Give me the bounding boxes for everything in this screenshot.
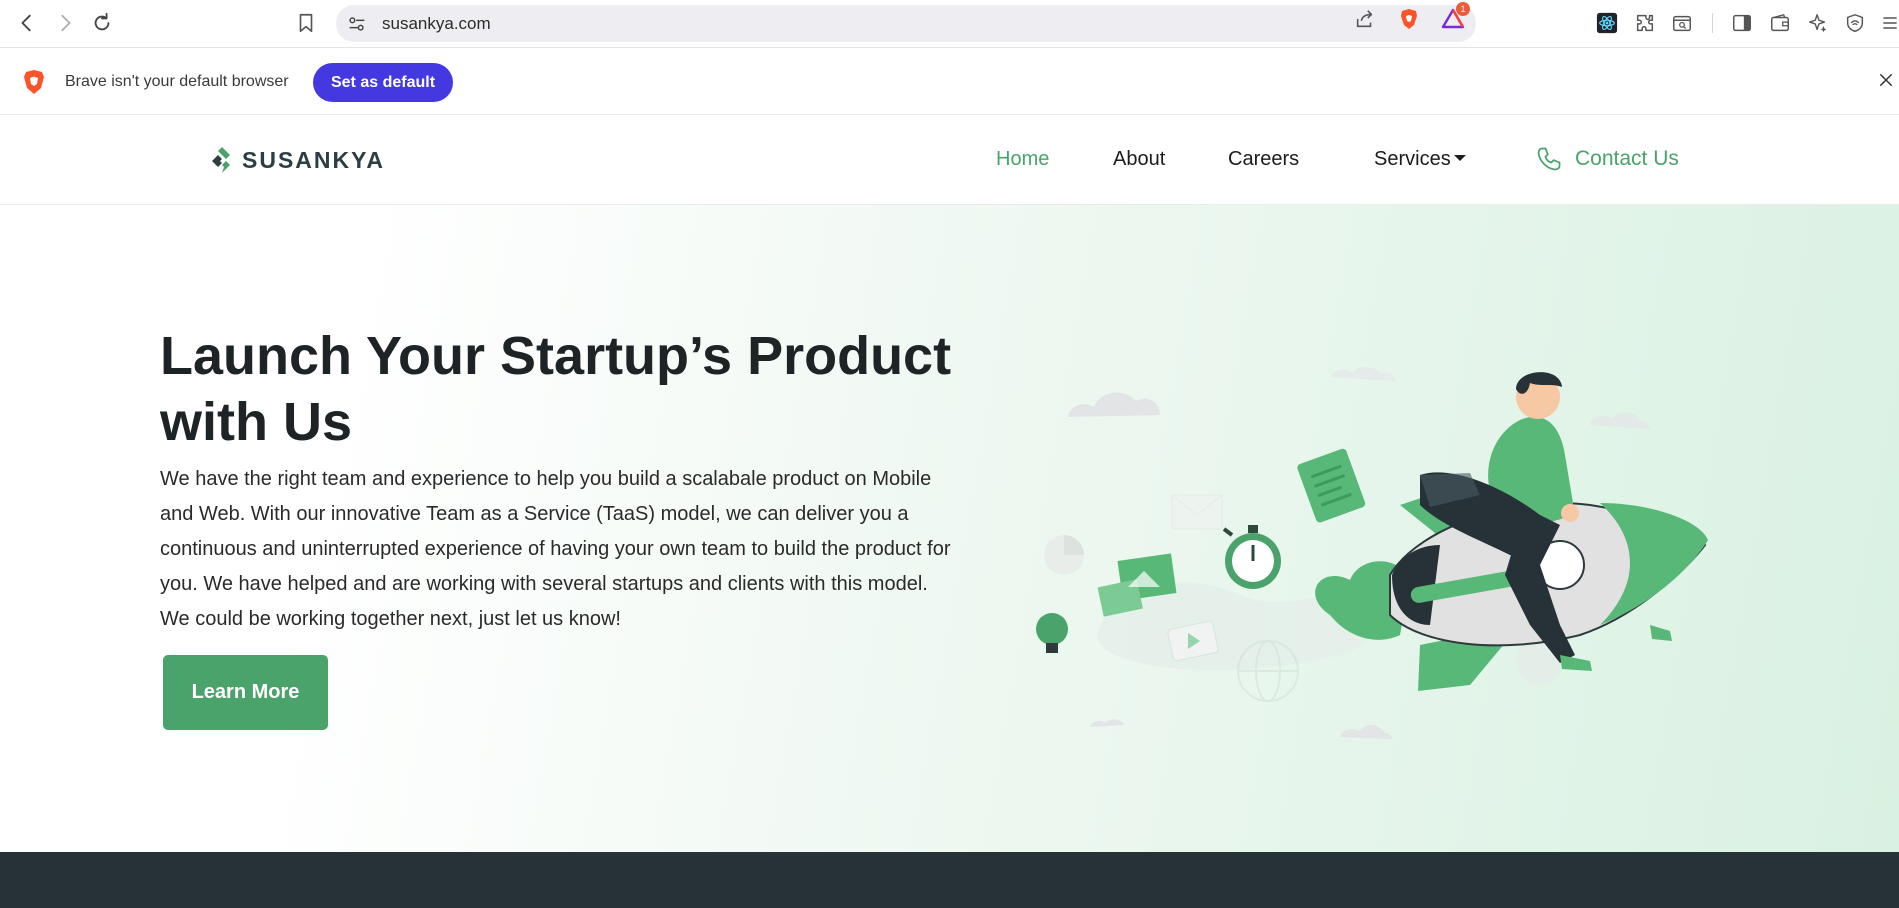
brave-rewards-icon[interactable]: 1 bbox=[1440, 2, 1470, 32]
extensions-icon[interactable] bbox=[1633, 11, 1657, 35]
forward-icon[interactable] bbox=[52, 10, 78, 36]
pie-chart-icon bbox=[1044, 535, 1084, 575]
hero-section: Launch Your Startup’s Product with Us We… bbox=[0, 205, 1899, 852]
reload-icon[interactable] bbox=[89, 10, 115, 36]
sidebar-icon[interactable] bbox=[1730, 11, 1754, 35]
tab-search-icon[interactable] bbox=[1670, 11, 1694, 35]
browser-toolbar: susankya.com 1 bbox=[0, 0, 1899, 48]
leo-ai-icon[interactable] bbox=[1806, 11, 1830, 35]
default-browser-infobar: Brave isn't your default browser Set as … bbox=[0, 48, 1899, 115]
url-text: susankya.com bbox=[382, 14, 491, 33]
wallet-icon[interactable] bbox=[1768, 11, 1792, 35]
nav-contact[interactable]: Contact Us bbox=[1535, 115, 1679, 203]
nav-home[interactable]: Home bbox=[996, 115, 1049, 203]
nav-careers[interactable]: Careers bbox=[1228, 115, 1299, 203]
nav-about[interactable]: About bbox=[1113, 115, 1165, 203]
react-devtools-icon[interactable] bbox=[1595, 11, 1619, 35]
nav-contact-label: Contact Us bbox=[1575, 147, 1679, 170]
rewards-badge: 1 bbox=[1456, 2, 1470, 16]
set-as-default-button[interactable]: Set as default bbox=[313, 63, 453, 102]
vpn-icon[interactable] bbox=[1843, 11, 1867, 35]
close-icon[interactable] bbox=[1874, 68, 1898, 92]
site-settings-icon[interactable] bbox=[346, 13, 368, 35]
hero-title: Launch Your Startup’s Product with Us bbox=[160, 326, 952, 452]
infobar-message: Brave isn't your default browser bbox=[65, 73, 289, 90]
menu-icon[interactable] bbox=[1878, 11, 1899, 35]
hero-description: We have the right team and experience to… bbox=[160, 468, 951, 630]
toolbar-divider bbox=[1712, 13, 1713, 33]
document-icon bbox=[1297, 448, 1366, 523]
envelope-icon bbox=[1171, 494, 1223, 530]
bookmark-icon[interactable] bbox=[293, 10, 319, 36]
brand-name: SUSANKYA bbox=[242, 146, 385, 173]
back-icon[interactable] bbox=[14, 10, 40, 36]
footer-section bbox=[0, 852, 1899, 908]
learn-more-button[interactable]: Learn More bbox=[163, 655, 328, 730]
nav-services-label: Services bbox=[1374, 148, 1451, 170]
lightbulb-icon bbox=[1036, 613, 1068, 653]
caret-down-icon bbox=[1453, 154, 1466, 161]
brave-logo-icon bbox=[24, 70, 44, 94]
brave-shields-icon[interactable] bbox=[1396, 6, 1422, 32]
phone-icon bbox=[1537, 147, 1561, 171]
address-bar[interactable]: susankya.com bbox=[336, 5, 1476, 42]
site-header: SUSANKYA Home About Careers Services Con… bbox=[0, 115, 1899, 205]
susankya-logo-icon bbox=[212, 147, 230, 173]
share-icon[interactable] bbox=[1352, 6, 1378, 32]
nav-services[interactable]: Services bbox=[1374, 115, 1466, 203]
stopwatch-icon bbox=[1222, 525, 1281, 589]
site-logo[interactable]: SUSANKYA bbox=[208, 145, 385, 175]
rocket-launch-illustration bbox=[1036, 367, 1708, 739]
